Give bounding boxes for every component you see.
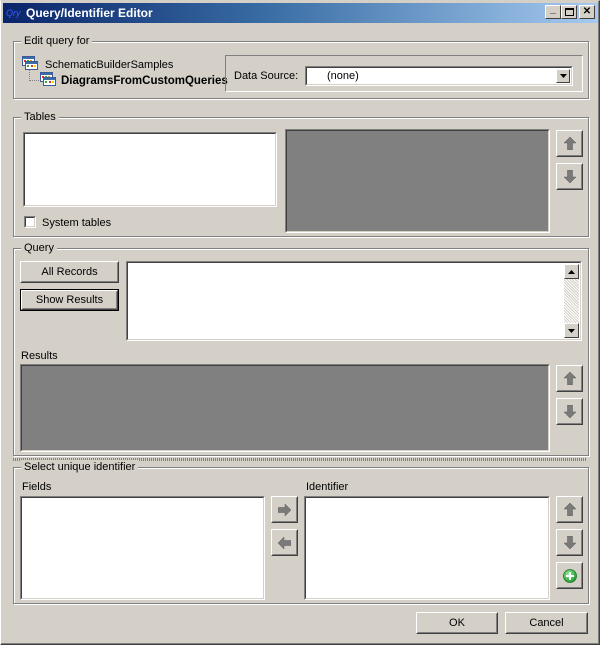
- remove-field-button[interactable]: [271, 529, 298, 556]
- identifier-move-down-button[interactable]: [556, 529, 583, 556]
- results-move-down-button[interactable]: [556, 398, 583, 425]
- data-source-combobox[interactable]: (none): [305, 66, 573, 86]
- scroll-down-button[interactable]: [564, 323, 579, 338]
- results-move-up-button[interactable]: [556, 365, 583, 392]
- tables-grid[interactable]: [285, 129, 550, 233]
- add-field-button[interactable]: [271, 496, 298, 523]
- tables-listbox[interactable]: [23, 132, 277, 207]
- identifier-move-up-button[interactable]: [556, 496, 583, 523]
- app-icon: Qry: [6, 8, 21, 18]
- minimize-icon: _: [550, 4, 556, 15]
- all-records-button[interactable]: All Records: [20, 261, 119, 283]
- edit-query-group: Edit query for SchematicBuilderSamples D…: [13, 34, 589, 99]
- add-circle-icon: [562, 568, 577, 583]
- query-group: Query All Records Show Results Results: [13, 241, 589, 456]
- results-label: Results: [21, 350, 58, 362]
- close-button[interactable]: ✕: [579, 5, 595, 19]
- tables-move-up-button[interactable]: [556, 130, 583, 157]
- arrow-right-icon: [278, 503, 291, 516]
- ok-button[interactable]: OK: [416, 612, 498, 634]
- scroll-down-icon: [568, 328, 575, 333]
- close-icon: ✕: [582, 6, 592, 17]
- unique-identifier-group: Select unique identifier Fields Identifi…: [13, 460, 589, 604]
- tree-parent-label[interactable]: SchematicBuilderSamples: [45, 59, 173, 72]
- scroll-up-icon: [568, 269, 575, 274]
- results-grid[interactable]: [20, 364, 550, 452]
- add-identifier-button[interactable]: [556, 562, 583, 589]
- system-tables-checkbox[interactable]: [24, 216, 36, 228]
- arrow-left-icon: [278, 536, 291, 549]
- system-tables-label[interactable]: System tables: [42, 217, 111, 230]
- data-source-label: Data Source:: [234, 70, 299, 82]
- query-scrollbar[interactable]: [564, 264, 579, 338]
- tree-child-label[interactable]: DiagramsFromCustomQueries: [61, 75, 228, 88]
- chevron-down-icon: [559, 74, 567, 78]
- tables-group: Tables System tables: [13, 110, 589, 237]
- data-source-value: (none): [327, 70, 359, 82]
- maximize-icon: [564, 8, 574, 16]
- query-identifier-editor-window: Qry Query/Identifier Editor _ ✕ Edit que…: [0, 0, 600, 645]
- identifier-label: Identifier: [306, 481, 349, 493]
- arrow-down-icon: [563, 536, 576, 549]
- arrow-down-icon: [563, 405, 576, 418]
- dataset-icon: [22, 56, 38, 70]
- dataset-icon: [40, 72, 56, 86]
- query-legend: Query: [21, 241, 57, 255]
- fields-listbox[interactable]: [20, 496, 265, 600]
- edit-query-legend: Edit query for: [21, 34, 93, 48]
- unique-identifier-legend: Select unique identifier: [21, 460, 139, 474]
- arrow-up-icon: [563, 372, 576, 385]
- minimize-button[interactable]: _: [545, 5, 561, 19]
- fields-label: Fields: [22, 481, 52, 493]
- window-title: Query/Identifier Editor: [26, 6, 153, 20]
- arrow-up-icon: [563, 137, 576, 150]
- arrow-up-icon: [563, 503, 576, 516]
- data-source-panel: Data Source: (none): [225, 55, 583, 92]
- scroll-up-button[interactable]: [564, 264, 579, 279]
- show-results-button[interactable]: Show Results: [20, 289, 119, 311]
- title-bar[interactable]: Qry Query/Identifier Editor _ ✕: [3, 3, 598, 23]
- dropdown-button[interactable]: [556, 69, 570, 83]
- tables-legend: Tables: [21, 110, 59, 124]
- cancel-button[interactable]: Cancel: [505, 612, 588, 634]
- identifier-listbox[interactable]: [304, 496, 550, 600]
- tables-move-down-button[interactable]: [556, 163, 583, 190]
- maximize-button[interactable]: [561, 5, 577, 19]
- arrow-down-icon: [563, 170, 576, 183]
- query-textarea[interactable]: [126, 261, 582, 341]
